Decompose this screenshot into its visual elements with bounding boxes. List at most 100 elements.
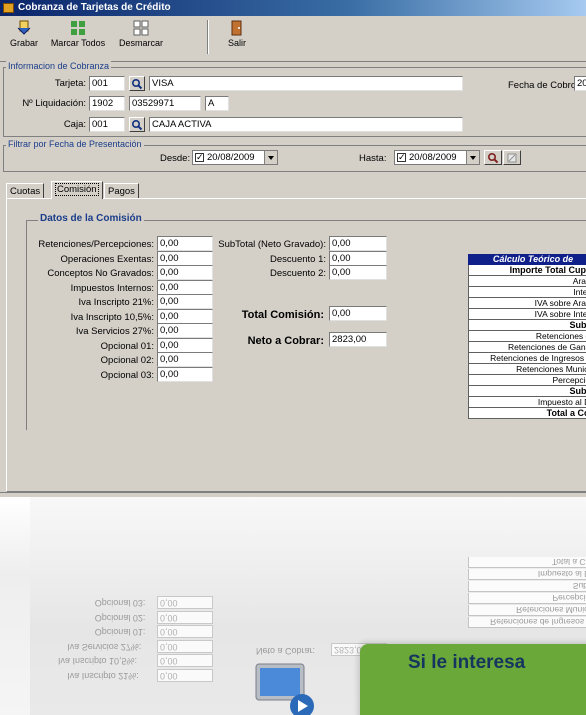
comision-field-label: Iva Servicios 27%: [75, 326, 154, 337]
caja-code-input[interactable]: 001 [89, 117, 125, 132]
calculo-row: IVA sobre Intere [468, 309, 586, 320]
calculo-row: Impuesto al Dé [468, 397, 586, 408]
tarjeta-name-input[interactable]: VISA [149, 76, 463, 91]
liquidacion-number-input[interactable]: 1902 [89, 96, 125, 111]
search-icon [487, 152, 499, 164]
neto-cobrar-label: Neto a Cobrar: [247, 335, 324, 347]
comision-field-input[interactable]: 0,00 [157, 280, 213, 295]
clear-filter-button[interactable] [503, 150, 521, 165]
comision-field-input[interactable]: 0,00 [157, 352, 213, 367]
calculo-teorico-table: Cálculo Teórico de Importe Total CuporAr… [468, 254, 586, 419]
reflection-calc-row: Percepción [468, 593, 586, 604]
subtotal-input[interactable]: 0,00 [329, 236, 387, 251]
comision-field-input[interactable]: 0,00 [157, 323, 213, 338]
desde-checkbox[interactable] [195, 151, 204, 164]
reflection-field-label: Opcional 03: [94, 598, 146, 608]
calculo-row: Importe Total Cupor [468, 265, 586, 276]
grabar-label: Grabar [9, 38, 38, 48]
comision-field-input[interactable]: 0,00 [157, 265, 213, 280]
tab-cuotas[interactable]: Cuotas [6, 183, 45, 199]
grabar-button[interactable]: Grabar [6, 18, 42, 58]
reflection-field-label: Iva Inscripto 21%: [67, 670, 139, 681]
comision-field-input[interactable]: 0,00 [157, 294, 213, 309]
desmarcar-button[interactable]: Desmarcar [112, 18, 170, 58]
marcar-todos-button[interactable]: Marcar Todos [48, 18, 108, 58]
comision-field-input[interactable]: 0,00 [157, 338, 213, 353]
reflection-field-value: 0,00 [157, 596, 213, 609]
datos-comision-title: Datos de la Comisión [38, 213, 144, 224]
calculo-row: Total a Cob [468, 408, 586, 419]
filter-search-button[interactable] [484, 150, 502, 165]
hasta-date-value: 20/08/2009 [409, 152, 457, 163]
comision-field-input[interactable]: 0,00 [157, 236, 213, 251]
total-comision-input[interactable]: 0,00 [329, 306, 387, 321]
reflection-calc-row: Retenciones Municip [468, 605, 586, 616]
reflection-field-value: 0,00 [157, 654, 213, 667]
informacion-cobranza-legend: Informacion de Cobranza [6, 61, 112, 71]
reflection-calc-row: Subto [468, 581, 586, 592]
promo-banner[interactable]: Si le interesa [360, 644, 586, 715]
comision-field-input[interactable]: 0,00 [157, 251, 213, 266]
hasta-date-picker[interactable]: 20/08/2009 [394, 150, 480, 165]
desmarcar-label: Desmarcar [118, 38, 163, 48]
calculo-row: Retenciones de Ingresos Br [468, 353, 586, 364]
eraser-icon [507, 153, 517, 163]
tab-pagos[interactable]: Pagos [104, 183, 139, 199]
reflection-field-label: Iva Inscripto 10,5%: [58, 656, 138, 666]
monitor-icon [250, 660, 314, 715]
window-title: Cobranza de Tarjetas de Crédito [18, 2, 171, 13]
comision-field-label: Opcional 03: [100, 370, 154, 381]
comision-field-label: Opcional 02: [100, 355, 154, 366]
calculo-row: Subto [468, 320, 586, 331]
uncheck-all-icon [133, 20, 149, 36]
comision-field-label: Retenciones/Percepciones: [38, 239, 154, 250]
total-comision-label: Total Comisión: [241, 309, 324, 321]
descuento2-input[interactable]: 0,00 [329, 265, 387, 280]
search-icon [131, 119, 143, 131]
fecha-cobro-input[interactable]: 20 [574, 76, 586, 91]
comision-field-input[interactable]: 0,00 [157, 367, 213, 382]
reflection-calc-row: Impuesto al Dé [468, 569, 586, 580]
hasta-checkbox[interactable] [397, 151, 406, 164]
comision-field-label: Iva Inscripto 21%: [78, 297, 154, 308]
reflection-field-label: Iva Servicios 27%: [67, 641, 142, 652]
liquidacion-letter-input[interactable]: A [205, 96, 229, 111]
descuento1-input[interactable]: 0,00 [329, 251, 387, 266]
promo-text: Si le interesa [408, 652, 526, 673]
calculo-row: Retenciones Municip [468, 364, 586, 375]
reflection-field-value: 0,00 [157, 625, 213, 638]
calculo-row: Percepción [468, 375, 586, 386]
salir-button[interactable]: Salir [222, 18, 252, 58]
reflection-field-label: Opcional 01: [94, 627, 146, 637]
marcar-todos-label: Marcar Todos [50, 38, 106, 48]
tarjeta-code-input[interactable]: 001 [89, 76, 125, 91]
comision-field-label: Operaciones Exentas: [60, 254, 154, 265]
search-icon [131, 78, 143, 90]
descuento1-label: Descuento 1: [270, 254, 326, 265]
chevron-down-icon[interactable] [264, 151, 277, 164]
liquidacion-code-input[interactable]: 03529971 [129, 96, 201, 111]
calculo-row: Retenciones de [468, 331, 586, 342]
comision-field-label: Impuestos Internos: [70, 283, 154, 294]
chevron-down-icon[interactable] [466, 151, 479, 164]
comision-field-label: Conceptos No Gravados: [47, 268, 154, 279]
title-bar: Cobranza de Tarjetas de Crédito [0, 0, 586, 16]
toolbar: Grabar Marcar Todos Desmarcar Salir [0, 16, 586, 62]
app-icon [3, 3, 14, 13]
app-window: Cobranza de Tarjetas de Crédito Grabar M… [0, 0, 586, 497]
tab-comision[interactable]: Comisión [51, 181, 103, 199]
caja-name-input[interactable]: CAJA ACTIVA [149, 117, 463, 132]
caja-search-button[interactable] [129, 117, 145, 132]
hasta-label: Hasta: [359, 153, 387, 164]
desde-date-picker[interactable]: 20/08/2009 [192, 150, 278, 165]
calculo-row: Intere [468, 287, 586, 298]
calculo-row: Subto [468, 386, 586, 397]
reflection-calc-row: Retenciones de Ingresos Br [468, 617, 586, 628]
tab-comision-label: Comisión [55, 183, 99, 196]
reflection-field-value: 0,00 [157, 639, 213, 653]
neto-cobrar-input[interactable]: 2823,00 [329, 332, 387, 347]
reflection-field-value: 0,00 [157, 668, 213, 682]
comision-field-input[interactable]: 0,00 [157, 309, 213, 324]
caja-label: Caja: [63, 119, 86, 130]
tarjeta-search-button[interactable] [129, 76, 145, 91]
